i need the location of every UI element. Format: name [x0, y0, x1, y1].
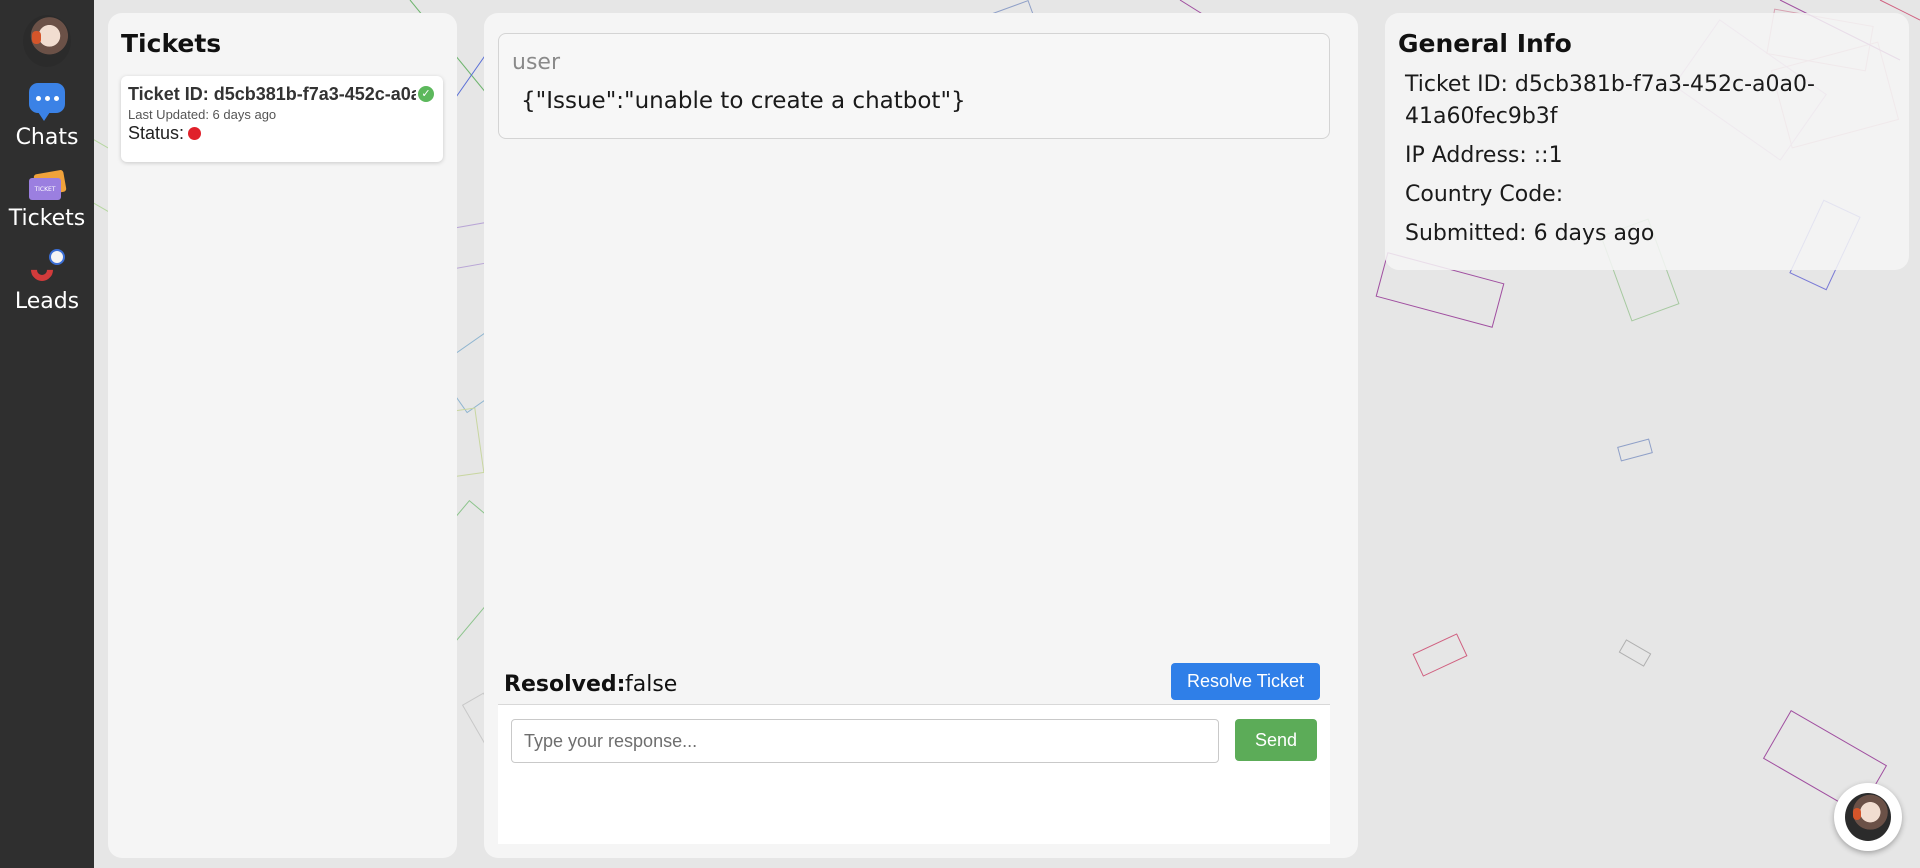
resolved-value: false: [625, 672, 678, 697]
panel-title: General Info: [1398, 29, 1572, 58]
info-ticket-id: Ticket ID: d5cb381b-f7a3-452c-a0a0-41a60…: [1405, 72, 1815, 129]
avatar-icon: [1845, 793, 1891, 841]
brand-avatar[interactable]: [23, 15, 71, 67]
sidebar-item-chats[interactable]: Chats: [15, 83, 79, 150]
status-label: Status:: [128, 123, 185, 143]
chat-widget-button[interactable]: [1834, 783, 1902, 851]
decorative-rectangle: [1412, 633, 1468, 677]
decorative-rectangle: [1618, 639, 1652, 667]
panel-title: Tickets: [121, 29, 222, 58]
decorative-rectangle: [1617, 438, 1653, 462]
sidebar-item-tickets[interactable]: TICKET Tickets: [8, 168, 86, 231]
sidebar-item-label: Tickets: [8, 206, 86, 231]
sidebar-item-label: Leads: [14, 289, 80, 314]
resolved-label: Resolved:: [504, 672, 626, 697]
general-info-panel: General Info Ticket ID: d5cb381b-f7a3-45…: [1385, 13, 1909, 270]
send-button[interactable]: Send: [1235, 719, 1317, 761]
tickets-panel: Tickets Ticket ID: d5cb381b-f7a3-452c-a0…: [108, 13, 457, 858]
status-dot-icon: [188, 127, 202, 140]
ticket-id: Ticket ID: d5cb381b-f7a3-452c-a0a0-41a60…: [128, 84, 416, 104]
chat-bubble-icon: [29, 83, 65, 121]
message-bubble: user {"Issue":"unable to create a chatbo…: [498, 33, 1330, 139]
info-list: Ticket ID: d5cb381b-f7a3-452c-a0a0-41a60…: [1405, 69, 1845, 257]
sidebar-item-leads[interactable]: Leads: [15, 247, 79, 314]
ticket-icon: TICKET: [27, 169, 67, 200]
resolved-row: Resolved: false Resolve Ticket: [504, 663, 1324, 703]
info-country-code: Country Code:: [1405, 182, 1564, 207]
ticket-last-updated: Last Updated: 6 days ago: [128, 107, 277, 122]
resolve-ticket-button[interactable]: Resolve Ticket: [1171, 663, 1320, 700]
conversation-panel: user {"Issue":"unable to create a chatbo…: [484, 13, 1358, 858]
response-input[interactable]: [511, 719, 1219, 763]
check-icon: ✓: [418, 86, 434, 102]
ticket-card[interactable]: Ticket ID: d5cb381b-f7a3-452c-a0a0-41a60…: [121, 76, 443, 162]
sidebar-item-label: Chats: [15, 125, 79, 150]
sidebar-nav: Chats TICKET Tickets Leads: [0, 0, 94, 868]
message-text: {"Issue":"unable to create a chatbot"}: [521, 88, 966, 114]
ticket-status: Status:: [128, 123, 436, 144]
info-ip-address: IP Address: ::1: [1405, 143, 1563, 168]
info-submitted: Submitted: 6 days ago: [1405, 221, 1655, 246]
magnet-icon: [26, 247, 67, 287]
reply-area: Send: [498, 704, 1330, 844]
message-sender: user: [512, 50, 560, 75]
